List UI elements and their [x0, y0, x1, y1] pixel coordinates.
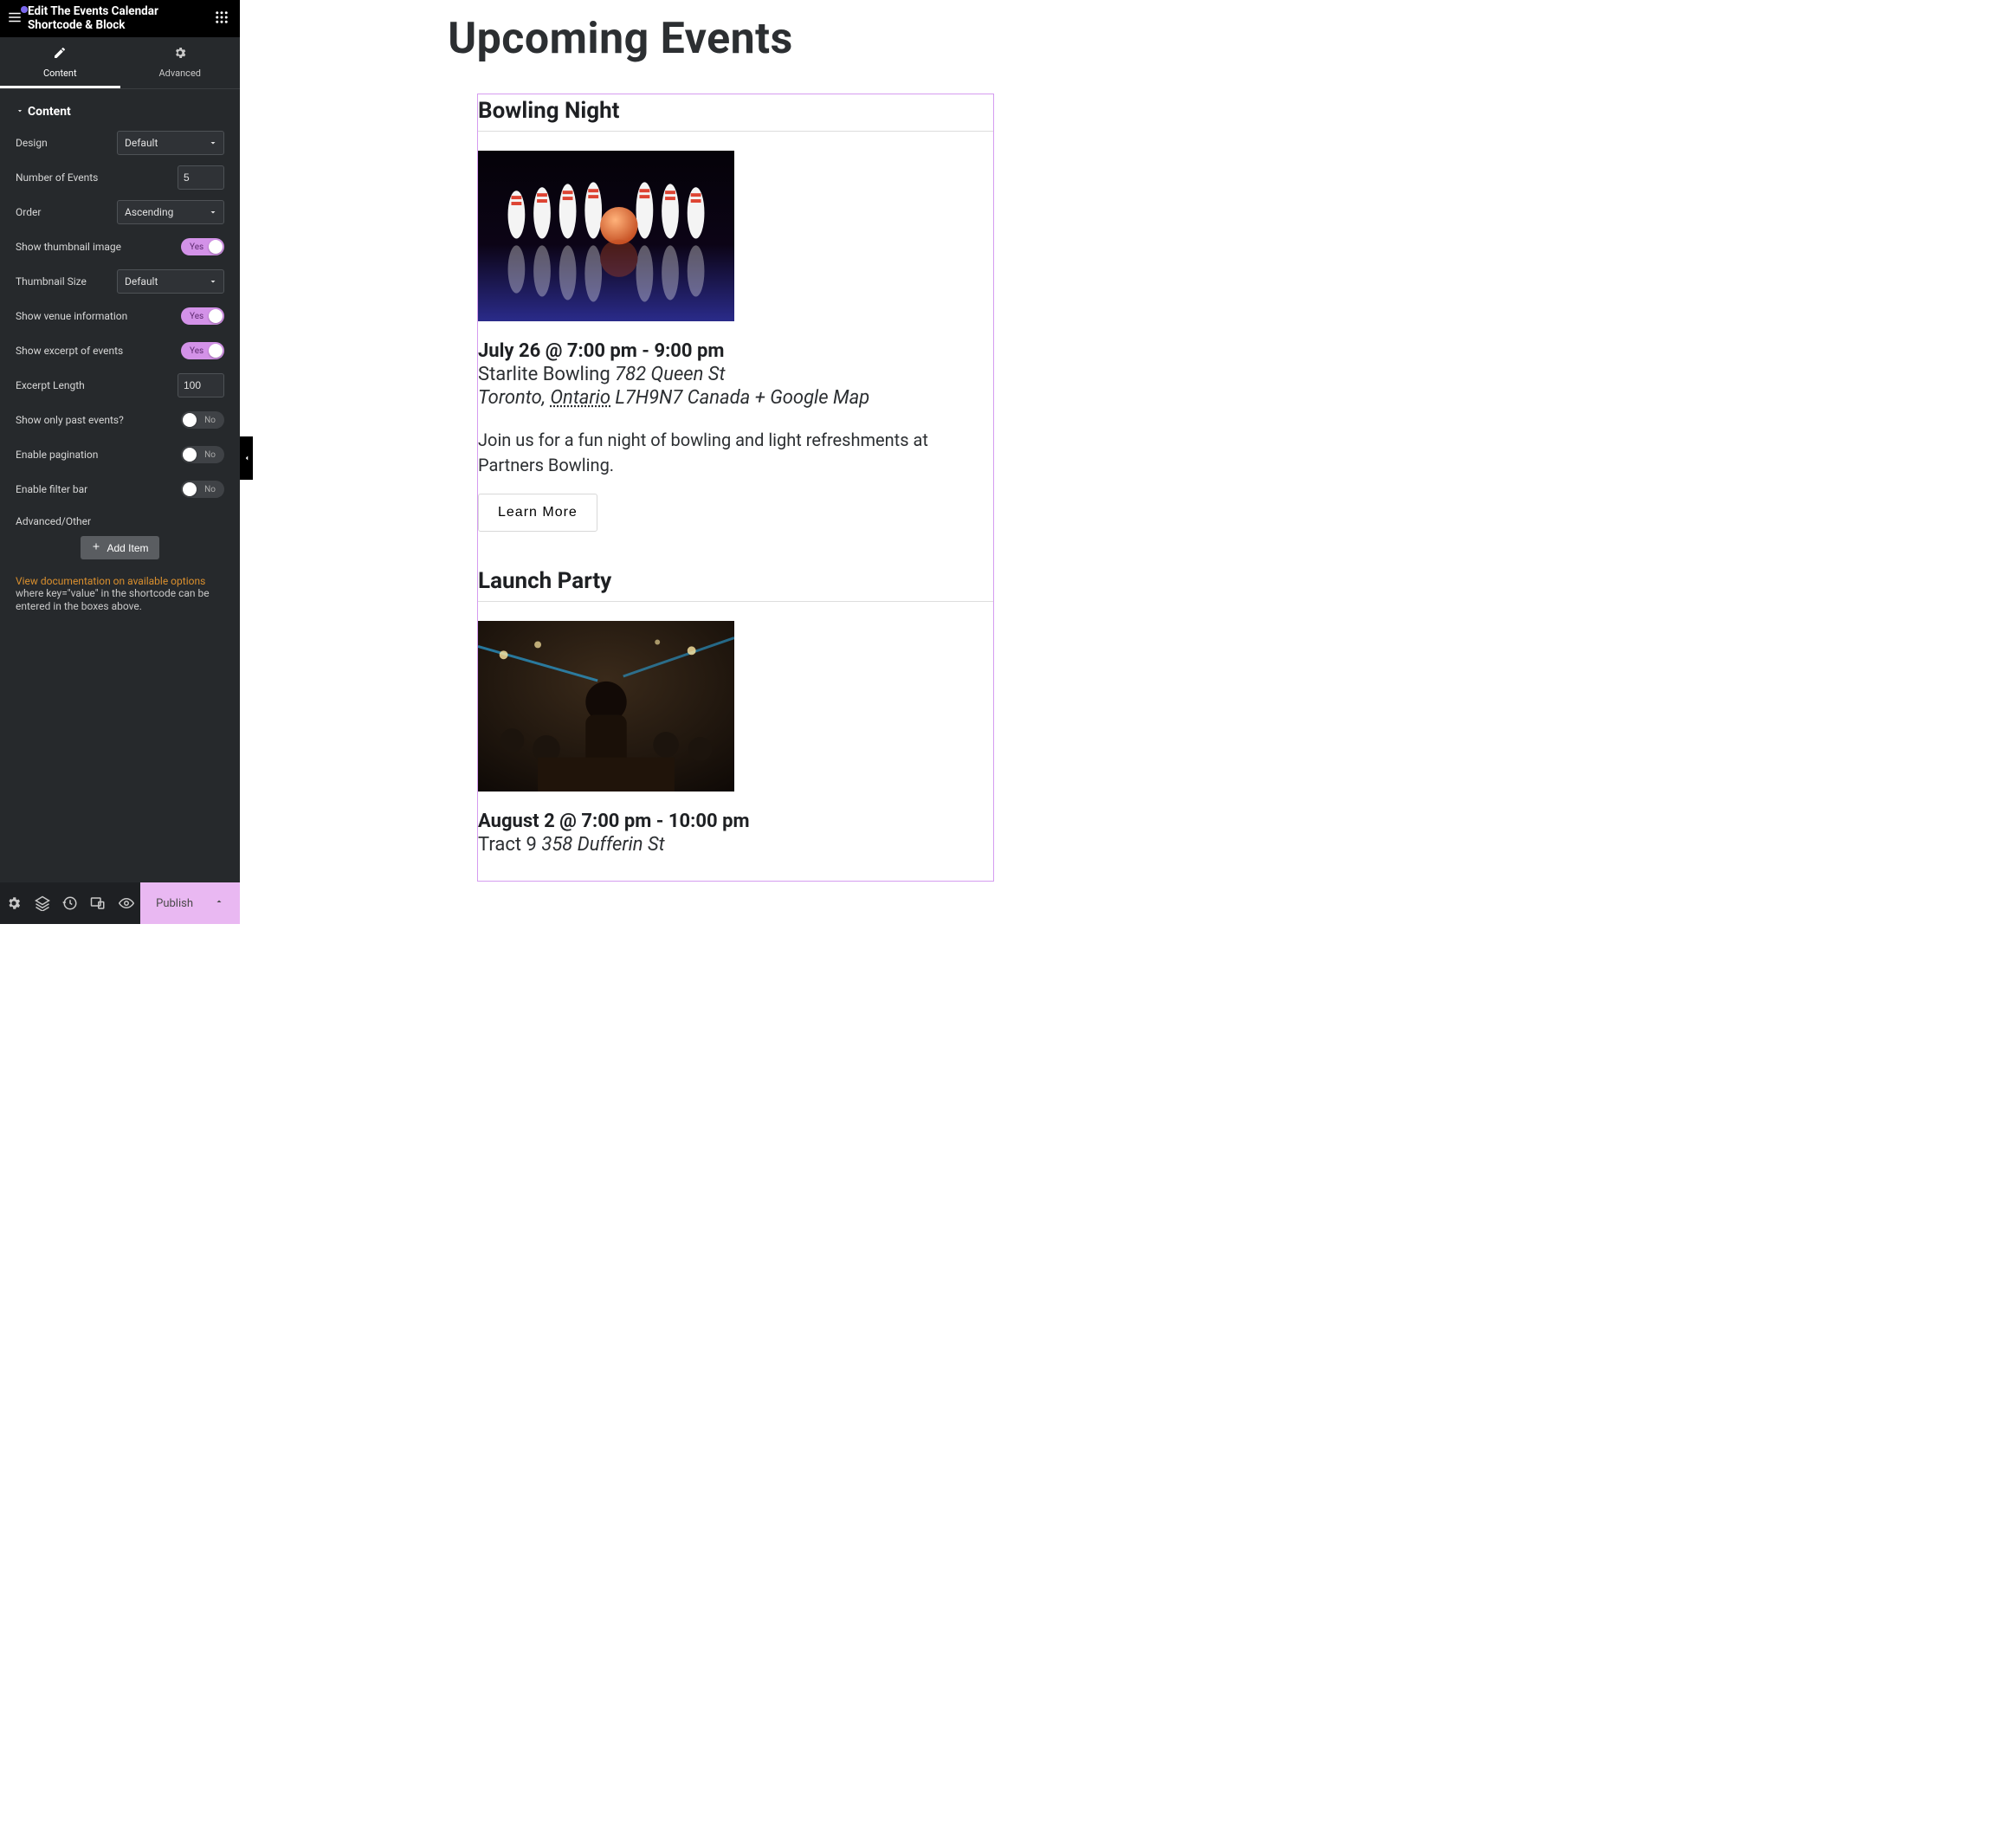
filter-toggle[interactable]: No	[181, 481, 224, 498]
chevron-up-icon	[214, 896, 224, 910]
section-title: Content	[28, 105, 71, 119]
layers-button[interactable]	[28, 882, 55, 924]
design-value: Default	[125, 137, 158, 149]
venue-address: 782 Queen St	[615, 364, 725, 385]
section-content-header[interactable]: Content	[0, 89, 240, 122]
preview-pane: Upcoming Events Bowling Night	[240, 0, 1001, 924]
number-events-input[interactable]	[178, 165, 224, 190]
sidebar: Edit The Events Calendar Shortcode & Blo…	[0, 0, 240, 924]
thumbsize-select[interactable]: Default	[117, 269, 224, 294]
documentation-link[interactable]: View documentation on available options	[16, 575, 205, 587]
google-map-link[interactable]: + Google Map	[755, 387, 870, 409]
filter-label: Enable filter bar	[16, 483, 87, 495]
caret-down-icon	[208, 207, 218, 220]
venue-name: Tract 9	[478, 834, 537, 856]
tab-advanced[interactable]: Advanced	[120, 37, 241, 88]
unsaved-indicator-icon	[21, 6, 28, 13]
responsive-button[interactable]	[84, 882, 112, 924]
plus-icon	[91, 541, 101, 554]
past-toggle[interactable]: No	[181, 411, 224, 429]
add-item-label: Add Item	[107, 542, 148, 554]
divider	[478, 601, 993, 602]
documentation-help: where key="value" in the shortcode can b…	[16, 587, 224, 613]
event-title[interactable]: Launch Party	[478, 565, 993, 601]
caret-down-icon	[208, 276, 218, 289]
publish-button[interactable]: Publish	[140, 882, 240, 924]
advanced-other-label: Advanced/Other	[16, 507, 224, 533]
order-value: Ascending	[125, 206, 173, 218]
thumbsize-value: Default	[125, 275, 158, 288]
excerpt-label: Show excerpt of events	[16, 345, 123, 357]
gear-icon	[120, 46, 241, 63]
venue-toggle[interactable]: Yes	[181, 307, 224, 325]
panel-tabs: Content Advanced	[0, 37, 240, 89]
thumb-label: Show thumbnail image	[16, 241, 121, 253]
past-label: Show only past events?	[16, 414, 124, 426]
event-card: Bowling Night	[478, 94, 993, 539]
learn-more-button[interactable]: Learn More	[478, 494, 597, 532]
number-events-label: Number of Events	[16, 171, 98, 184]
design-label: Design	[16, 137, 48, 149]
tab-content[interactable]: Content	[0, 37, 120, 88]
thumbsize-label: Thumbnail Size	[16, 275, 87, 288]
venue-name: Starlite Bowling	[478, 364, 610, 385]
tab-advanced-label: Advanced	[159, 68, 201, 79]
caret-down-icon	[208, 138, 218, 151]
exlen-label: Excerpt Length	[16, 379, 85, 391]
event-card: Launch Party	[478, 565, 993, 863]
venue-address: 358 Dufferin St	[541, 834, 664, 856]
pencil-icon	[0, 46, 120, 63]
selected-widget[interactable]: Bowling Night	[477, 94, 994, 882]
event-date: July 26 @ 7:00 pm - 9:00 pm	[478, 340, 993, 362]
design-select[interactable]: Default	[117, 131, 224, 155]
controls-list: Design Default Number of Events Order As…	[0, 122, 240, 613]
event-location: Toronto, Ontario L7H9N7 Canada + Google …	[478, 387, 993, 409]
city: Toronto	[478, 387, 542, 409]
collapse-sidebar-button[interactable]	[240, 436, 253, 480]
venue-label: Show venue information	[16, 310, 127, 322]
country: Canada	[688, 387, 751, 409]
thumb-toggle[interactable]: Yes	[181, 238, 224, 255]
order-label: Order	[16, 206, 41, 218]
event-thumbnail[interactable]	[478, 621, 734, 792]
panel-title: Edit The Events Calendar Shortcode & Blo…	[28, 5, 210, 32]
caret-down-icon	[16, 105, 24, 119]
exlen-input[interactable]	[178, 373, 224, 397]
hamburger-menu-button[interactable]	[7, 10, 23, 28]
page-title: Upcoming Events	[259, 14, 982, 64]
apps-grid-button[interactable]	[210, 10, 233, 28]
preview-button[interactable]	[113, 882, 140, 924]
order-select[interactable]: Ascending	[117, 200, 224, 224]
event-date: August 2 @ 7:00 pm - 10:00 pm	[478, 811, 993, 832]
event-thumbnail[interactable]	[478, 151, 734, 321]
event-venue: Tract 9 358 Dufferin St	[478, 834, 993, 856]
publish-label: Publish	[156, 897, 193, 910]
event-title[interactable]: Bowling Night	[478, 94, 993, 131]
pagination-label: Enable pagination	[16, 449, 98, 461]
event-venue: Starlite Bowling 782 Queen St	[478, 364, 993, 385]
add-item-button[interactable]: Add Item	[81, 536, 158, 559]
sidebar-header: Edit The Events Calendar Shortcode & Blo…	[0, 0, 240, 37]
postal: L7H9N7	[615, 387, 682, 409]
divider	[478, 131, 993, 132]
pagination-toggle[interactable]: No	[181, 446, 224, 463]
sidebar-footer: Publish	[0, 882, 240, 924]
event-excerpt: Join us for a fun night of bowling and l…	[478, 428, 993, 478]
history-button[interactable]	[56, 882, 84, 924]
tab-content-label: Content	[43, 68, 77, 79]
settings-button[interactable]	[0, 882, 28, 924]
excerpt-toggle[interactable]: Yes	[181, 342, 224, 359]
province: Ontario	[550, 387, 610, 409]
